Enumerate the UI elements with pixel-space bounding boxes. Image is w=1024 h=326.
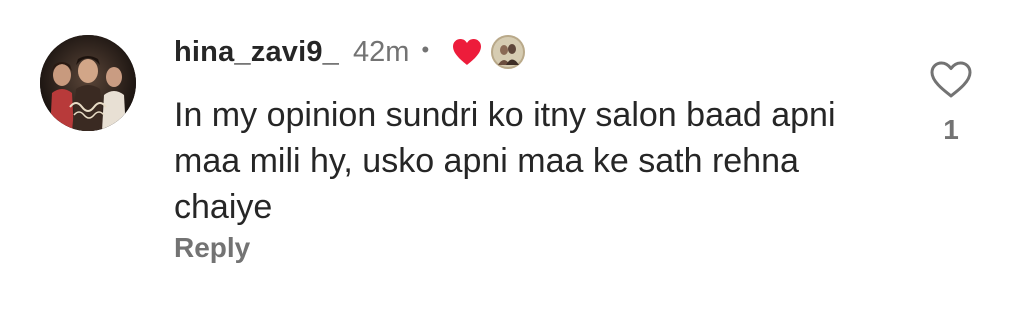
separator-dot: • xyxy=(421,37,430,62)
avatar[interactable] xyxy=(40,35,136,131)
comment-header: hina_zavi9_ 42m • xyxy=(174,32,526,72)
reply-button[interactable]: Reply xyxy=(174,232,250,264)
comment-text: In my opinion sundri ko itny salon baad … xyxy=(174,96,836,226)
like-section: 1 xyxy=(926,60,976,146)
avatar-image xyxy=(40,35,136,131)
like-count: 1 xyxy=(943,114,959,145)
username-link[interactable]: hina_zavi9_ xyxy=(174,36,339,69)
heart-outline-icon[interactable] xyxy=(929,60,973,100)
comment-item: hina_zavi9_ 42m • In my opinion sundri k… xyxy=(0,0,1024,326)
heart-filled-icon xyxy=(451,37,483,67)
creator-avatar xyxy=(491,35,526,69)
timestamp: 42m xyxy=(353,35,410,68)
